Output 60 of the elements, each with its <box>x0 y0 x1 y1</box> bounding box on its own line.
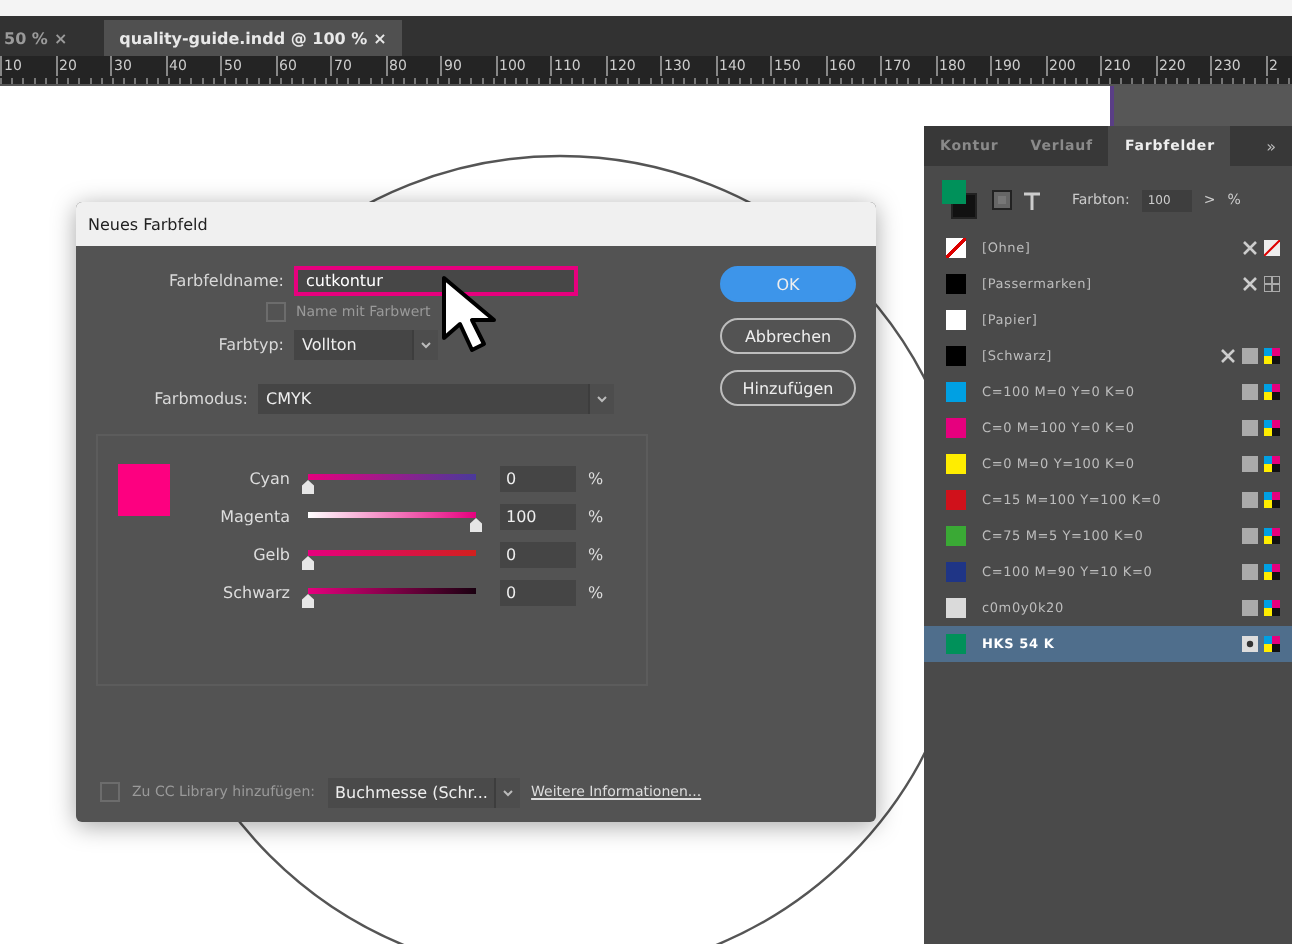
frame-icon[interactable] <box>992 190 1012 210</box>
cmyk-icon <box>1264 348 1280 364</box>
close-icon[interactable]: × <box>373 29 387 47</box>
value-field[interactable]: 100 <box>500 503 576 529</box>
cmyk-icon <box>1264 564 1280 580</box>
square-icon <box>1242 456 1258 472</box>
caret-icon <box>412 330 438 360</box>
field-label: Farbfeldname: <box>166 272 284 290</box>
slider-label: Cyan <box>247 469 290 487</box>
cross-icon <box>1220 348 1236 364</box>
cmyk-icon <box>1264 420 1280 436</box>
value-field[interactable]: 0 <box>500 579 576 605</box>
unit-label: % <box>588 469 604 487</box>
slider-thumb[interactable] <box>470 518 482 532</box>
library-dropdown[interactable]: Buchmesse (Schr... <box>327 777 520 807</box>
value-field[interactable]: 0 <box>500 465 576 491</box>
text-icon[interactable] <box>1024 191 1040 209</box>
slider-label: Gelb <box>251 545 290 563</box>
unit-label: % <box>588 507 604 525</box>
document-tab[interactable]: quality-guide.indd @ 100 % × <box>103 20 403 56</box>
cmyk-icon <box>1264 492 1280 508</box>
square-icon <box>1242 600 1258 616</box>
cmyk-icon <box>1264 636 1280 652</box>
field-label: Farbtyp: <box>216 336 284 354</box>
color-preview <box>118 464 170 516</box>
cross-icon <box>1242 276 1258 292</box>
dialog-title: Neues Farbfeld <box>76 202 876 246</box>
square-icon <box>1242 564 1258 580</box>
square-icon <box>1242 348 1258 364</box>
slider-thumb[interactable] <box>302 480 314 494</box>
cross-icon <box>1242 240 1258 256</box>
crosshair-icon <box>1264 276 1280 292</box>
mode-dropdown[interactable]: CMYK <box>258 384 614 414</box>
unit-label: % <box>588 545 604 563</box>
dialog-button[interactable]: Abbrechen <box>720 318 856 354</box>
cmyk-icon <box>1264 456 1280 472</box>
name-field[interactable]: cutkontur <box>294 266 578 296</box>
cmyk-icon <box>1264 528 1280 544</box>
slashed-square-icon <box>1264 240 1280 256</box>
square-icon <box>1242 384 1258 400</box>
close-icon[interactable]: × <box>53 29 68 47</box>
slider-label: Schwarz <box>221 583 290 601</box>
type-dropdown[interactable]: Vollton <box>294 330 438 360</box>
square-icon <box>1242 528 1258 544</box>
dot-square-icon <box>1242 636 1258 652</box>
unit-label: % <box>588 583 604 601</box>
value-field[interactable]: 0 <box>500 541 576 567</box>
field-label: Farbmodus: <box>152 390 248 408</box>
slider-thumb[interactable] <box>302 556 314 570</box>
fill-stroke-icon[interactable] <box>940 178 980 222</box>
caret-icon <box>588 384 614 414</box>
pointer-icon <box>440 274 500 354</box>
dialog-button[interactable]: Hinzufügen <box>720 370 856 406</box>
slider-label: Magenta <box>218 507 290 525</box>
more-icon[interactable]: » <box>1250 137 1292 155</box>
slider-thumb[interactable] <box>302 594 314 608</box>
square-icon <box>1242 492 1258 508</box>
square-icon <box>1242 420 1258 436</box>
cmyk-icon <box>1264 384 1280 400</box>
cmyk-icon <box>1264 600 1280 616</box>
